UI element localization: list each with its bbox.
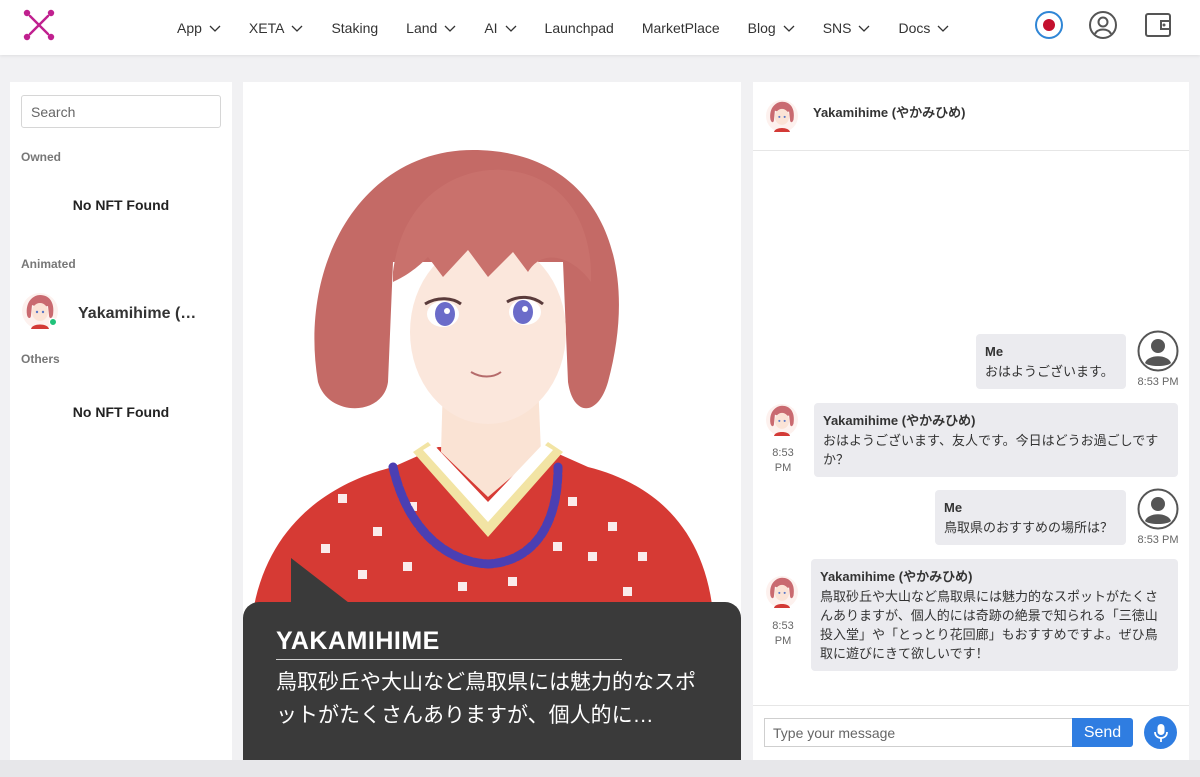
nft-item-name: Yakamihime (やかみひめ) (78, 305, 212, 322)
nav-staking[interactable]: Staking (331, 20, 378, 36)
message-time: 8:53 PM (1137, 534, 1179, 546)
chat-header: Yakamihime (やかみひめ) (753, 82, 1189, 151)
nft-sidebar: Owned No NFT Found Animated Yakamihime (… (10, 82, 232, 777)
nav-land[interactable]: Land (406, 20, 456, 36)
record-icon (1043, 19, 1055, 31)
avatar (22, 293, 58, 329)
nav-launchpad[interactable]: Launchpad (545, 20, 614, 36)
nav-app[interactable]: App (177, 20, 221, 36)
message-input[interactable] (764, 718, 1072, 747)
chevron-down-icon (505, 25, 517, 32)
chat-message-bot: Yakamihime (やかみひめ) おはようございます、友人です。今日はどうお… (814, 403, 1178, 477)
message-text: おはようございます。 (985, 364, 1114, 379)
nft-list-item[interactable]: Yakamihime (やかみひめ) (22, 292, 222, 330)
chevron-down-icon (859, 25, 870, 32)
message-sender: Yakamihime (やかみひめ) (823, 413, 976, 428)
user-avatar-icon (1137, 488, 1179, 530)
top-navbar: App XETA Staking Land AI Launchpad Marke… (0, 0, 1200, 55)
message-time: 8:53 PM (772, 620, 794, 647)
message-sender: Me (985, 344, 1004, 359)
chat-message-bot: Yakamihime (やかみひめ) 鳥取砂丘や大山など鳥取県には魅力的なスポッ… (811, 559, 1178, 671)
owned-empty-state: No NFT Found (72, 197, 170, 213)
user-account-icon[interactable] (1088, 10, 1118, 40)
message-sender: Me (944, 500, 963, 515)
microphone-button[interactable] (1144, 716, 1177, 749)
chevron-down-icon (444, 25, 456, 32)
message-text: おはようございます、友人です。今日はどうお過ごしですか？ (823, 433, 1159, 467)
message-sender: Yakamihime (やかみひめ) (820, 569, 973, 584)
window-bottom-edge (0, 760, 1200, 777)
chevron-down-icon (209, 25, 221, 32)
chat-header-name: Yakamihime (やかみひめ) (813, 105, 966, 120)
wallet-icon[interactable] (1143, 10, 1173, 40)
message-time: 8:53 PM (1137, 376, 1179, 388)
chevron-down-icon (291, 25, 303, 32)
nav-marketplace[interactable]: MarketPlace (642, 20, 720, 36)
online-status-dot (49, 318, 57, 326)
owned-section-label: Owned (21, 150, 62, 164)
record-button[interactable] (1035, 11, 1063, 39)
nav-ai[interactable]: AI (484, 20, 517, 36)
nav-xeta[interactable]: XETA (249, 20, 304, 36)
animated-section-label: Animated (21, 257, 76, 271)
nav-sns[interactable]: SNS (823, 20, 871, 36)
message-time: 8:53 PM (772, 447, 794, 474)
avatar-stage: YAKAMIHIME 鳥取砂丘や大山など鳥取県には魅力的なスポットがたくさんあり… (243, 82, 741, 777)
chevron-down-icon (937, 25, 949, 32)
nav-docs[interactable]: Docs (898, 20, 949, 36)
avatar (766, 404, 798, 436)
speaker-divider (276, 659, 622, 660)
search-input[interactable] (21, 95, 221, 128)
chevron-down-icon (783, 25, 795, 32)
chat-message-user: Me おはようございます。 (976, 334, 1126, 389)
message-text: 鳥取砂丘や大山など鳥取県には魅力的なスポットがたくさんありますが、個人的には奇跡… (820, 589, 1159, 661)
user-avatar-icon (1137, 330, 1179, 372)
main-nav: App XETA Staking Land AI Launchpad Marke… (177, 0, 977, 55)
speaker-name: YAKAMIHIME (276, 627, 440, 655)
message-text: 鳥取県のおすすめの場所は？ (944, 520, 1114, 535)
chat-panel: Yakamihime (やかみひめ) Me おはようございます。 8:53 PM… (753, 82, 1189, 777)
nav-blog[interactable]: Blog (748, 20, 795, 36)
xeta-logo-icon[interactable] (22, 8, 56, 42)
others-section-label: Others (21, 352, 60, 366)
others-empty-state: No NFT Found (72, 404, 170, 420)
avatar (766, 100, 798, 132)
send-button[interactable]: Send (1072, 718, 1133, 747)
speech-bubble-tail (291, 558, 353, 606)
avatar (766, 576, 798, 608)
microphone-icon (1153, 723, 1168, 742)
chat-message-user: Me 鳥取県のおすすめの場所は？ (935, 490, 1126, 545)
speech-caption: 鳥取砂丘や大山など鳥取県には魅力的なスポットがたくさんありますが、個人的に… (276, 671, 696, 727)
